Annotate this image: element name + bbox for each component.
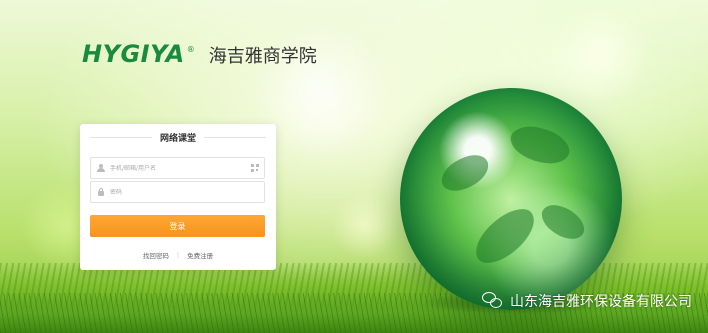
user-icon [97,164,105,172]
link-separator: | [176,251,180,259]
leaf-shape [466,201,544,271]
register-link[interactable]: 免费注册 [187,250,213,260]
username-input[interactable] [110,164,250,172]
card-title-row: 网络课堂 [90,131,267,144]
username-field[interactable] [90,157,265,179]
watermark: 山东海吉雅环保设备有限公司 [482,291,692,311]
password-input[interactable] [110,188,250,196]
login-page: HYGIYA ® 海吉雅商学院 网络课堂 登录 找回密码 | 免费注册 [0,0,708,333]
card-title: 网络课堂 [160,134,197,144]
leaf-shape [505,116,575,174]
bokeh-light [540,10,660,100]
lock-icon [97,188,105,196]
logo-school-name: 海吉雅商学院 [208,46,317,67]
divider [204,137,267,138]
logo-brand: HYGIYA [82,40,185,68]
card-links: 找回密码 | 免费注册 [80,250,276,260]
leaf-shape [436,150,494,196]
watermark-text: 山东海吉雅环保设备有限公司 [510,294,692,310]
glass-globe-image [400,88,622,310]
login-button[interactable]: 登录 [90,215,265,237]
bokeh-light [330,190,400,260]
login-card: 网络课堂 登录 找回密码 | 免费注册 [80,124,276,270]
site-logo[interactable]: HYGIYA ® 海吉雅商学院 [82,40,317,68]
forgot-password-link[interactable]: 找回密码 [143,250,169,260]
qr-code-icon[interactable] [251,164,259,172]
leaf-shape [536,196,590,248]
wechat-icon [482,292,504,310]
password-field[interactable] [90,181,265,203]
registered-mark: ® [186,45,195,54]
divider [90,137,152,138]
